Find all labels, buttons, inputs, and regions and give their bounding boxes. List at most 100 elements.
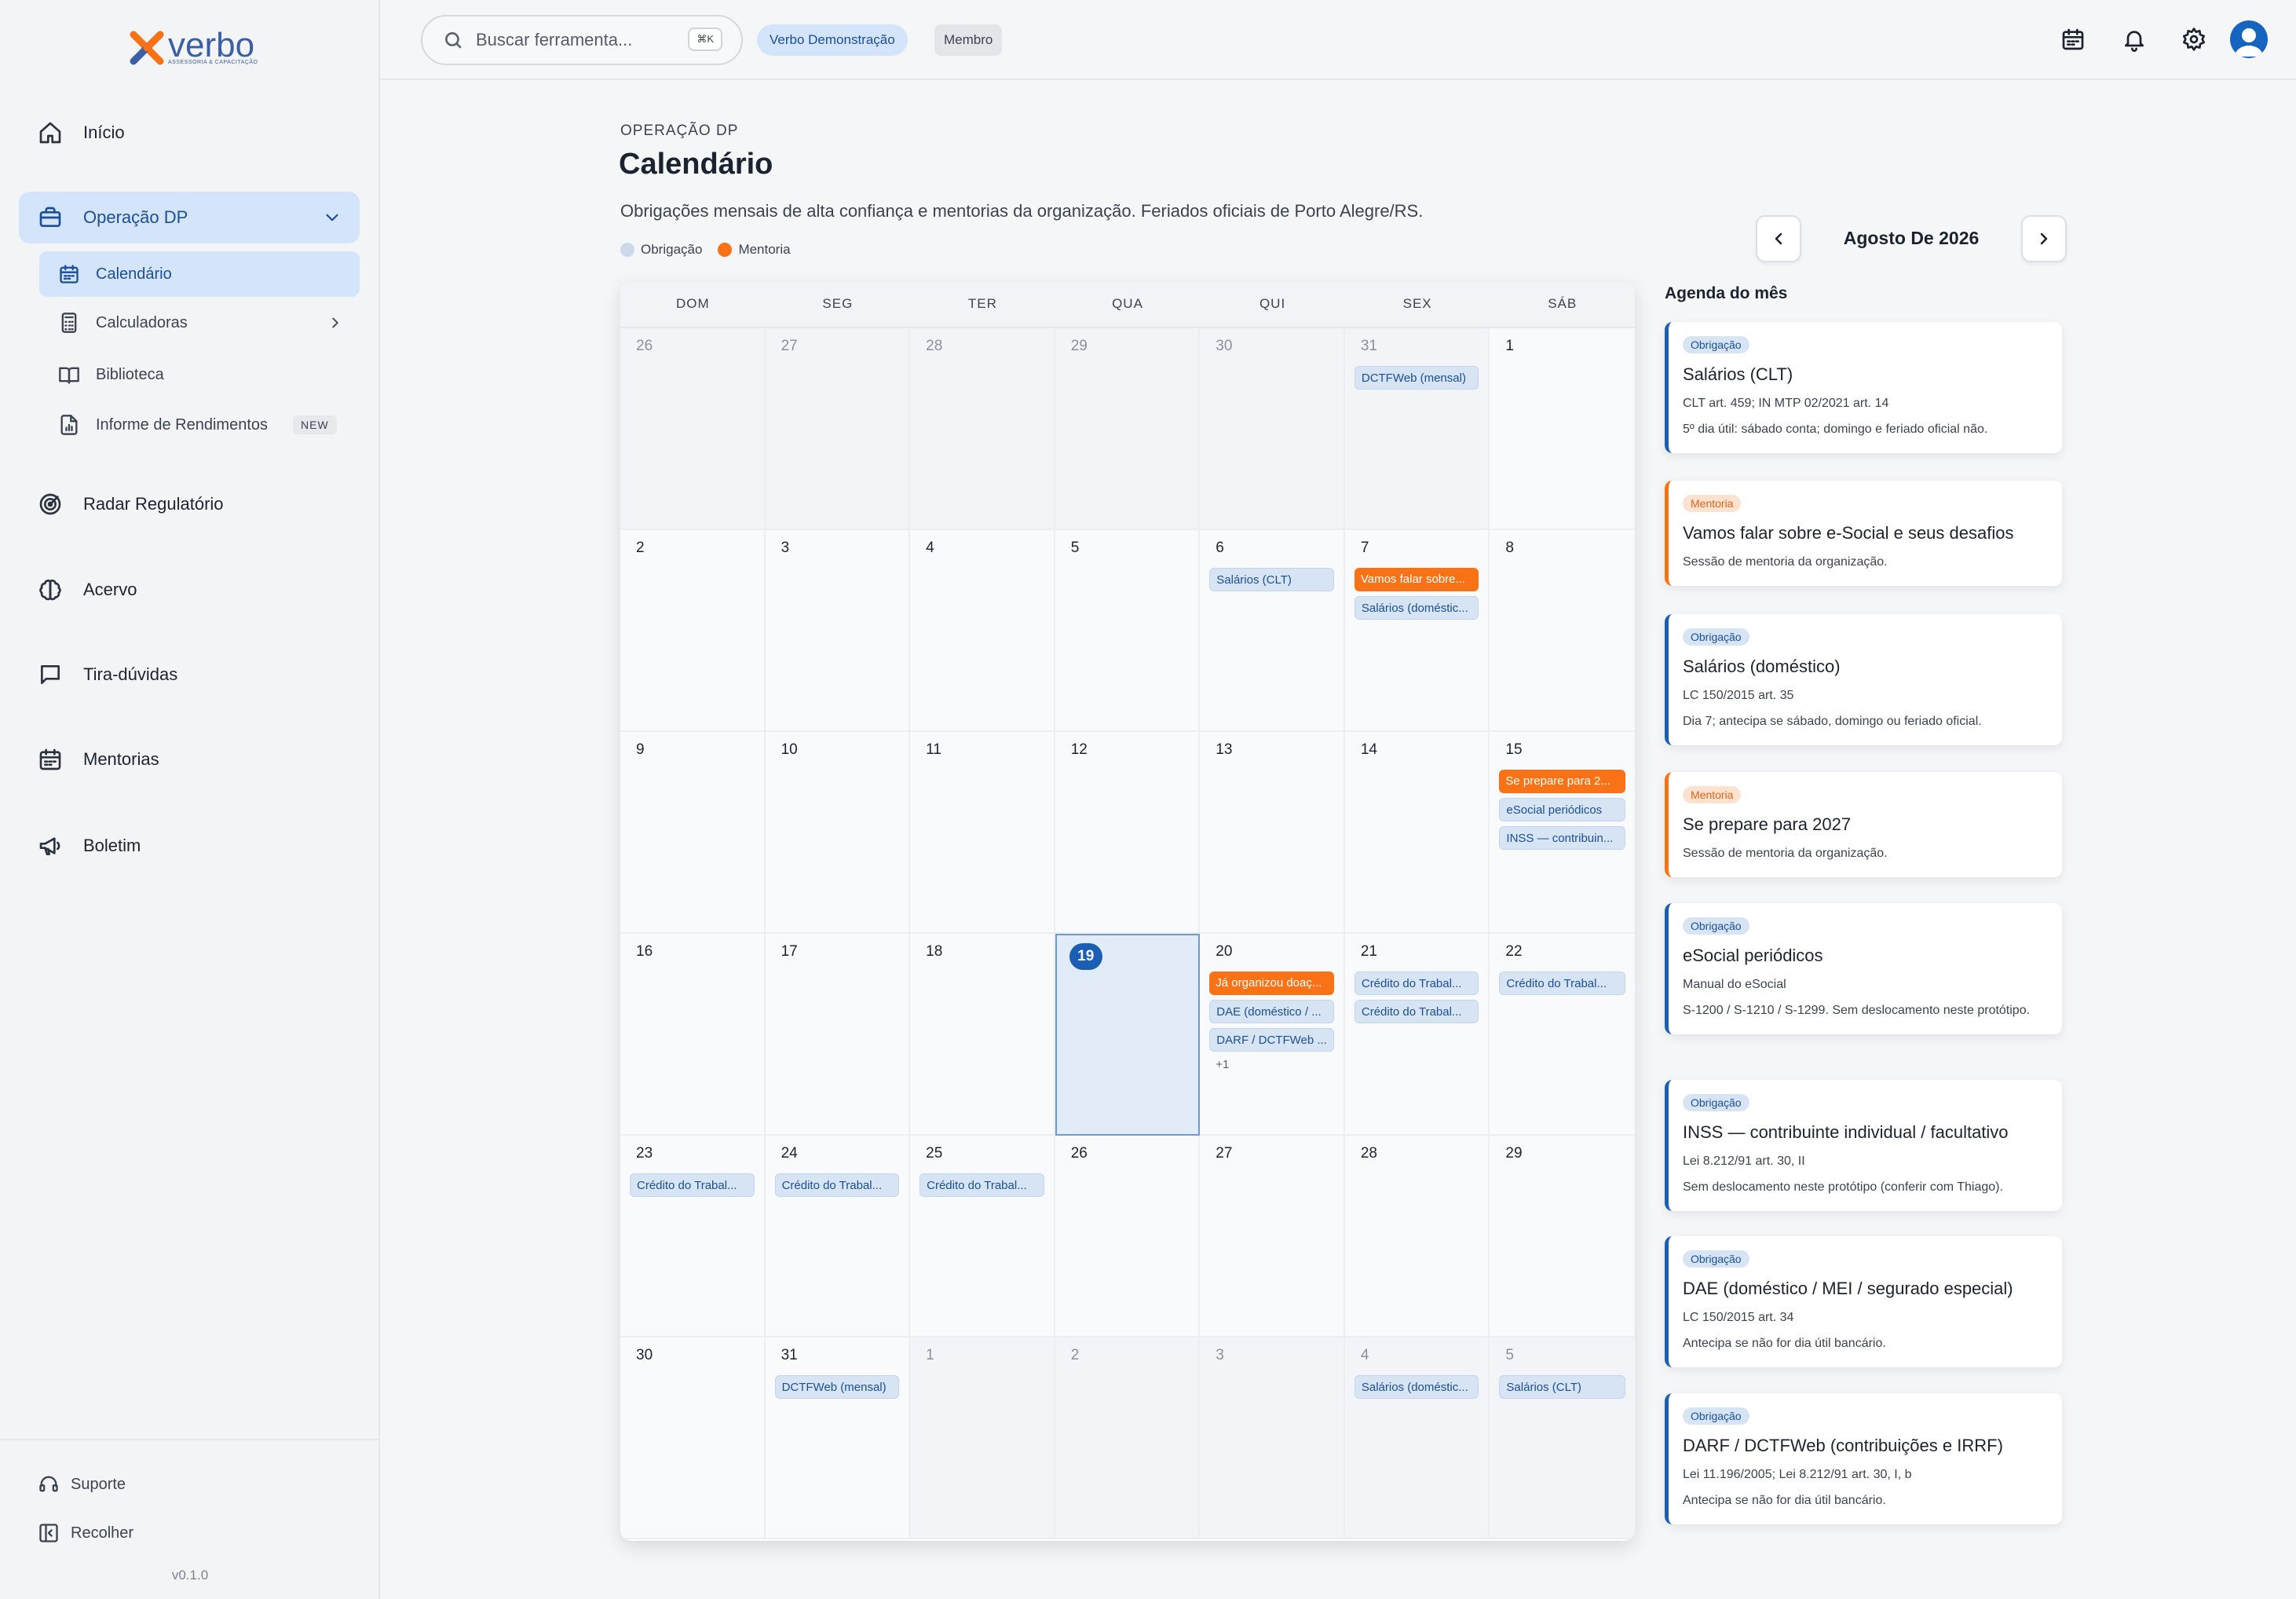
- calendar-day[interactable]: 14: [1344, 732, 1490, 934]
- calendar-day[interactable]: 21 Crédito do Trabal... Crédito do Trabal.…: [1344, 934, 1490, 1136]
- calendar-day[interactable]: 26: [620, 328, 766, 530]
- agenda-card[interactable]: Obrigação Salários (doméstico) LC 150/2015…: [1665, 614, 2062, 745]
- event-chip-obrigacao[interactable]: Salários (doméstic...: [1354, 1375, 1479, 1399]
- calendar-day[interactable]: 18: [910, 934, 1055, 1136]
- event-chip-obrigacao[interactable]: DARF / DCTFWeb ...: [1209, 1028, 1334, 1052]
- calendar-day[interactable]: 4: [910, 530, 1055, 732]
- calendar-day[interactable]: 4 Salários (doméstic...: [1344, 1337, 1490, 1539]
- calendar-day[interactable]: 6 Salários (CLT): [1200, 530, 1345, 732]
- event-chip-obrigacao[interactable]: DCTFWeb (mensal): [774, 1375, 900, 1399]
- calendar-day[interactable]: 31 DCTFWeb (mensal): [1344, 328, 1490, 530]
- agenda-card[interactable]: Mentoria Vamos falar sobre e-Social e seu…: [1665, 481, 2062, 586]
- calendar-day[interactable]: 9: [620, 732, 766, 934]
- verbo-logo[interactable]: verbo ASSESSORIA & CAPACITAÇÃO: [129, 28, 258, 68]
- organization-badge[interactable]: Verbo Demonstração: [757, 24, 908, 56]
- agenda-card[interactable]: Obrigação DAE (doméstico / MEI / segurado…: [1665, 1236, 2062, 1367]
- search-box[interactable]: ⌘K: [421, 15, 743, 65]
- event-chip-obrigacao[interactable]: Crédito do Trabal...: [774, 1173, 900, 1197]
- agenda-card[interactable]: Obrigação Salários (CLT) CLT art. 459; IN …: [1665, 322, 2062, 453]
- calendar-day[interactable]: 17: [765, 934, 911, 1136]
- event-chip-obrigacao[interactable]: DCTFWeb (mensal): [1354, 366, 1479, 390]
- sidebar-subitem-calendario[interactable]: Calendário: [39, 251, 360, 297]
- sidebar-subitem-informe-rendimentos[interactable]: Informe de Rendimentos NEW: [39, 402, 360, 448]
- calendar-day[interactable]: 27: [765, 328, 911, 530]
- sidebar-subitem-biblioteca[interactable]: Biblioteca: [39, 352, 360, 397]
- event-chip-obrigacao[interactable]: eSocial periódicos: [1499, 798, 1625, 821]
- weekday-label: DOM: [675, 296, 710, 311]
- calendar-day[interactable]: 30: [1200, 328, 1345, 530]
- calendar-day[interactable]: 3: [765, 530, 911, 732]
- calendar-day[interactable]: 12: [1055, 732, 1201, 934]
- agenda-card[interactable]: Obrigação DARF / DCTFWeb (contribuições e…: [1665, 1393, 2062, 1524]
- calendar-day[interactable]: 29: [1055, 328, 1201, 530]
- more-events-link[interactable]: +1: [1216, 1058, 1334, 1071]
- agenda-card-tag: Obrigação: [1683, 1250, 1749, 1268]
- avatar[interactable]: [2230, 20, 2268, 58]
- agenda-card[interactable]: Obrigação eSocial periódicos Manual do eSo…: [1665, 903, 2062, 1034]
- agenda-card[interactable]: Mentoria Se prepare para 2027 Sessão de me…: [1665, 772, 2062, 877]
- sidebar-item-boletim[interactable]: Boletim: [19, 820, 360, 872]
- calendar-day[interactable]: 8: [1490, 530, 1635, 732]
- chevron-down-icon[interactable]: [322, 207, 342, 228]
- calendar-day[interactable]: 5: [1055, 530, 1201, 732]
- calendar-day[interactable]: 28: [1344, 1136, 1490, 1337]
- event-chip-obrigacao[interactable]: INSS — contribuin...: [1499, 826, 1625, 850]
- calendar-day[interactable]: 29: [1490, 1136, 1635, 1337]
- calendar-day[interactable]: 25 Crédito do Trabal...: [910, 1136, 1055, 1337]
- calendar-day[interactable]: 2: [620, 530, 766, 732]
- calendar-day[interactable]: 28: [910, 328, 1055, 530]
- calendar-day[interactable]: 20 Já organizou doaç... DAE (doméstico / .…: [1200, 934, 1345, 1136]
- event-chip-obrigacao[interactable]: Salários (CLT): [1499, 1375, 1625, 1399]
- agenda-card-legal-basis: Sessão de mentoria da organização.: [1683, 847, 1888, 860]
- calendar-day[interactable]: 26: [1055, 1136, 1201, 1337]
- event-chip-obrigacao[interactable]: Crédito do Trabal...: [1354, 971, 1479, 995]
- event-chip-obrigacao[interactable]: Crédito do Trabal...: [1354, 1000, 1479, 1023]
- event-chip-obrigacao[interactable]: Salários (doméstic...: [1354, 596, 1479, 620]
- calendar-day[interactable]: 30: [620, 1337, 766, 1539]
- sidebar-subitem-calculadoras[interactable]: Calculadoras: [39, 300, 360, 346]
- event-chip-obrigacao[interactable]: Crédito do Trabal...: [1499, 971, 1625, 995]
- event-chip-obrigacao[interactable]: Crédito do Trabal...: [919, 1173, 1044, 1197]
- calendar-day[interactable]: 5 Salários (CLT): [1490, 1337, 1635, 1539]
- previous-month-button[interactable]: [1756, 215, 1801, 262]
- agenda-card[interactable]: Obrigação INSS — contribuinte individual …: [1665, 1080, 2062, 1211]
- sidebar-item-acervo[interactable]: Acervo: [19, 564, 360, 616]
- sidebar-item-inicio[interactable]: Início: [19, 107, 360, 159]
- settings-button[interactable]: [2178, 24, 2210, 55]
- calendar-button[interactable]: [2057, 24, 2089, 55]
- sidebar-item-tira-duvidas[interactable]: Tira-dúvidas: [19, 649, 360, 701]
- calendar-day[interactable]: 1: [910, 1337, 1055, 1539]
- next-month-button[interactable]: [2021, 215, 2067, 262]
- calendar-day[interactable]: 23 Crédito do Trabal...: [620, 1136, 766, 1337]
- search-input[interactable]: [476, 30, 680, 50]
- calendar-day[interactable]: 11: [910, 732, 1055, 934]
- support-link[interactable]: Suporte: [38, 1469, 126, 1500]
- page-eyebrow: OPERAÇÃO DP: [620, 123, 739, 139]
- chevron-right-icon[interactable]: [327, 314, 344, 331]
- calendar-day[interactable]: 2: [1055, 1337, 1201, 1539]
- calendar-day[interactable]: 1: [1490, 328, 1635, 530]
- calendar-day[interactable]: 15 Se prepare para 2... eSocial periódicos…: [1490, 732, 1635, 934]
- sidebar-item-mentorias[interactable]: Mentorias: [19, 734, 360, 785]
- day-number: 9: [636, 741, 645, 758]
- sidebar-item-radar-regulatorio[interactable]: Radar Regulatório: [19, 478, 360, 530]
- event-chip-obrigacao[interactable]: Salários (CLT): [1209, 568, 1334, 591]
- calendar-day[interactable]: 10: [765, 732, 911, 934]
- calendar-day[interactable]: 16: [620, 934, 766, 1136]
- calendar-day[interactable]: 7 Vamos falar sobre... Salários (doméstic.…: [1344, 530, 1490, 732]
- calendar-day-today[interactable]: 19: [1055, 934, 1201, 1136]
- sidebar-item-operacao-dp[interactable]: Operação DP: [19, 192, 360, 243]
- calendar-day[interactable]: 22 Crédito do Trabal...: [1490, 934, 1635, 1136]
- calendar-day[interactable]: 31 DCTFWeb (mensal): [765, 1337, 911, 1539]
- notifications-button[interactable]: [2119, 24, 2150, 55]
- calendar-day[interactable]: 3: [1200, 1337, 1345, 1539]
- calendar-day[interactable]: 24 Crédito do Trabal...: [765, 1136, 911, 1337]
- calendar-day[interactable]: 27: [1200, 1136, 1345, 1337]
- event-chip-mentoria[interactable]: Já organizou doaç...: [1209, 971, 1334, 995]
- calendar-day[interactable]: 13: [1200, 732, 1345, 934]
- event-chip-mentoria[interactable]: Vamos falar sobre...: [1354, 568, 1479, 591]
- event-chip-obrigacao[interactable]: DAE (doméstico / ...: [1209, 1000, 1334, 1023]
- event-chip-obrigacao[interactable]: Crédito do Trabal...: [630, 1173, 755, 1197]
- collapse-sidebar-button[interactable]: Recolher: [38, 1517, 133, 1549]
- event-chip-mentoria[interactable]: Se prepare para 2...: [1499, 770, 1625, 793]
